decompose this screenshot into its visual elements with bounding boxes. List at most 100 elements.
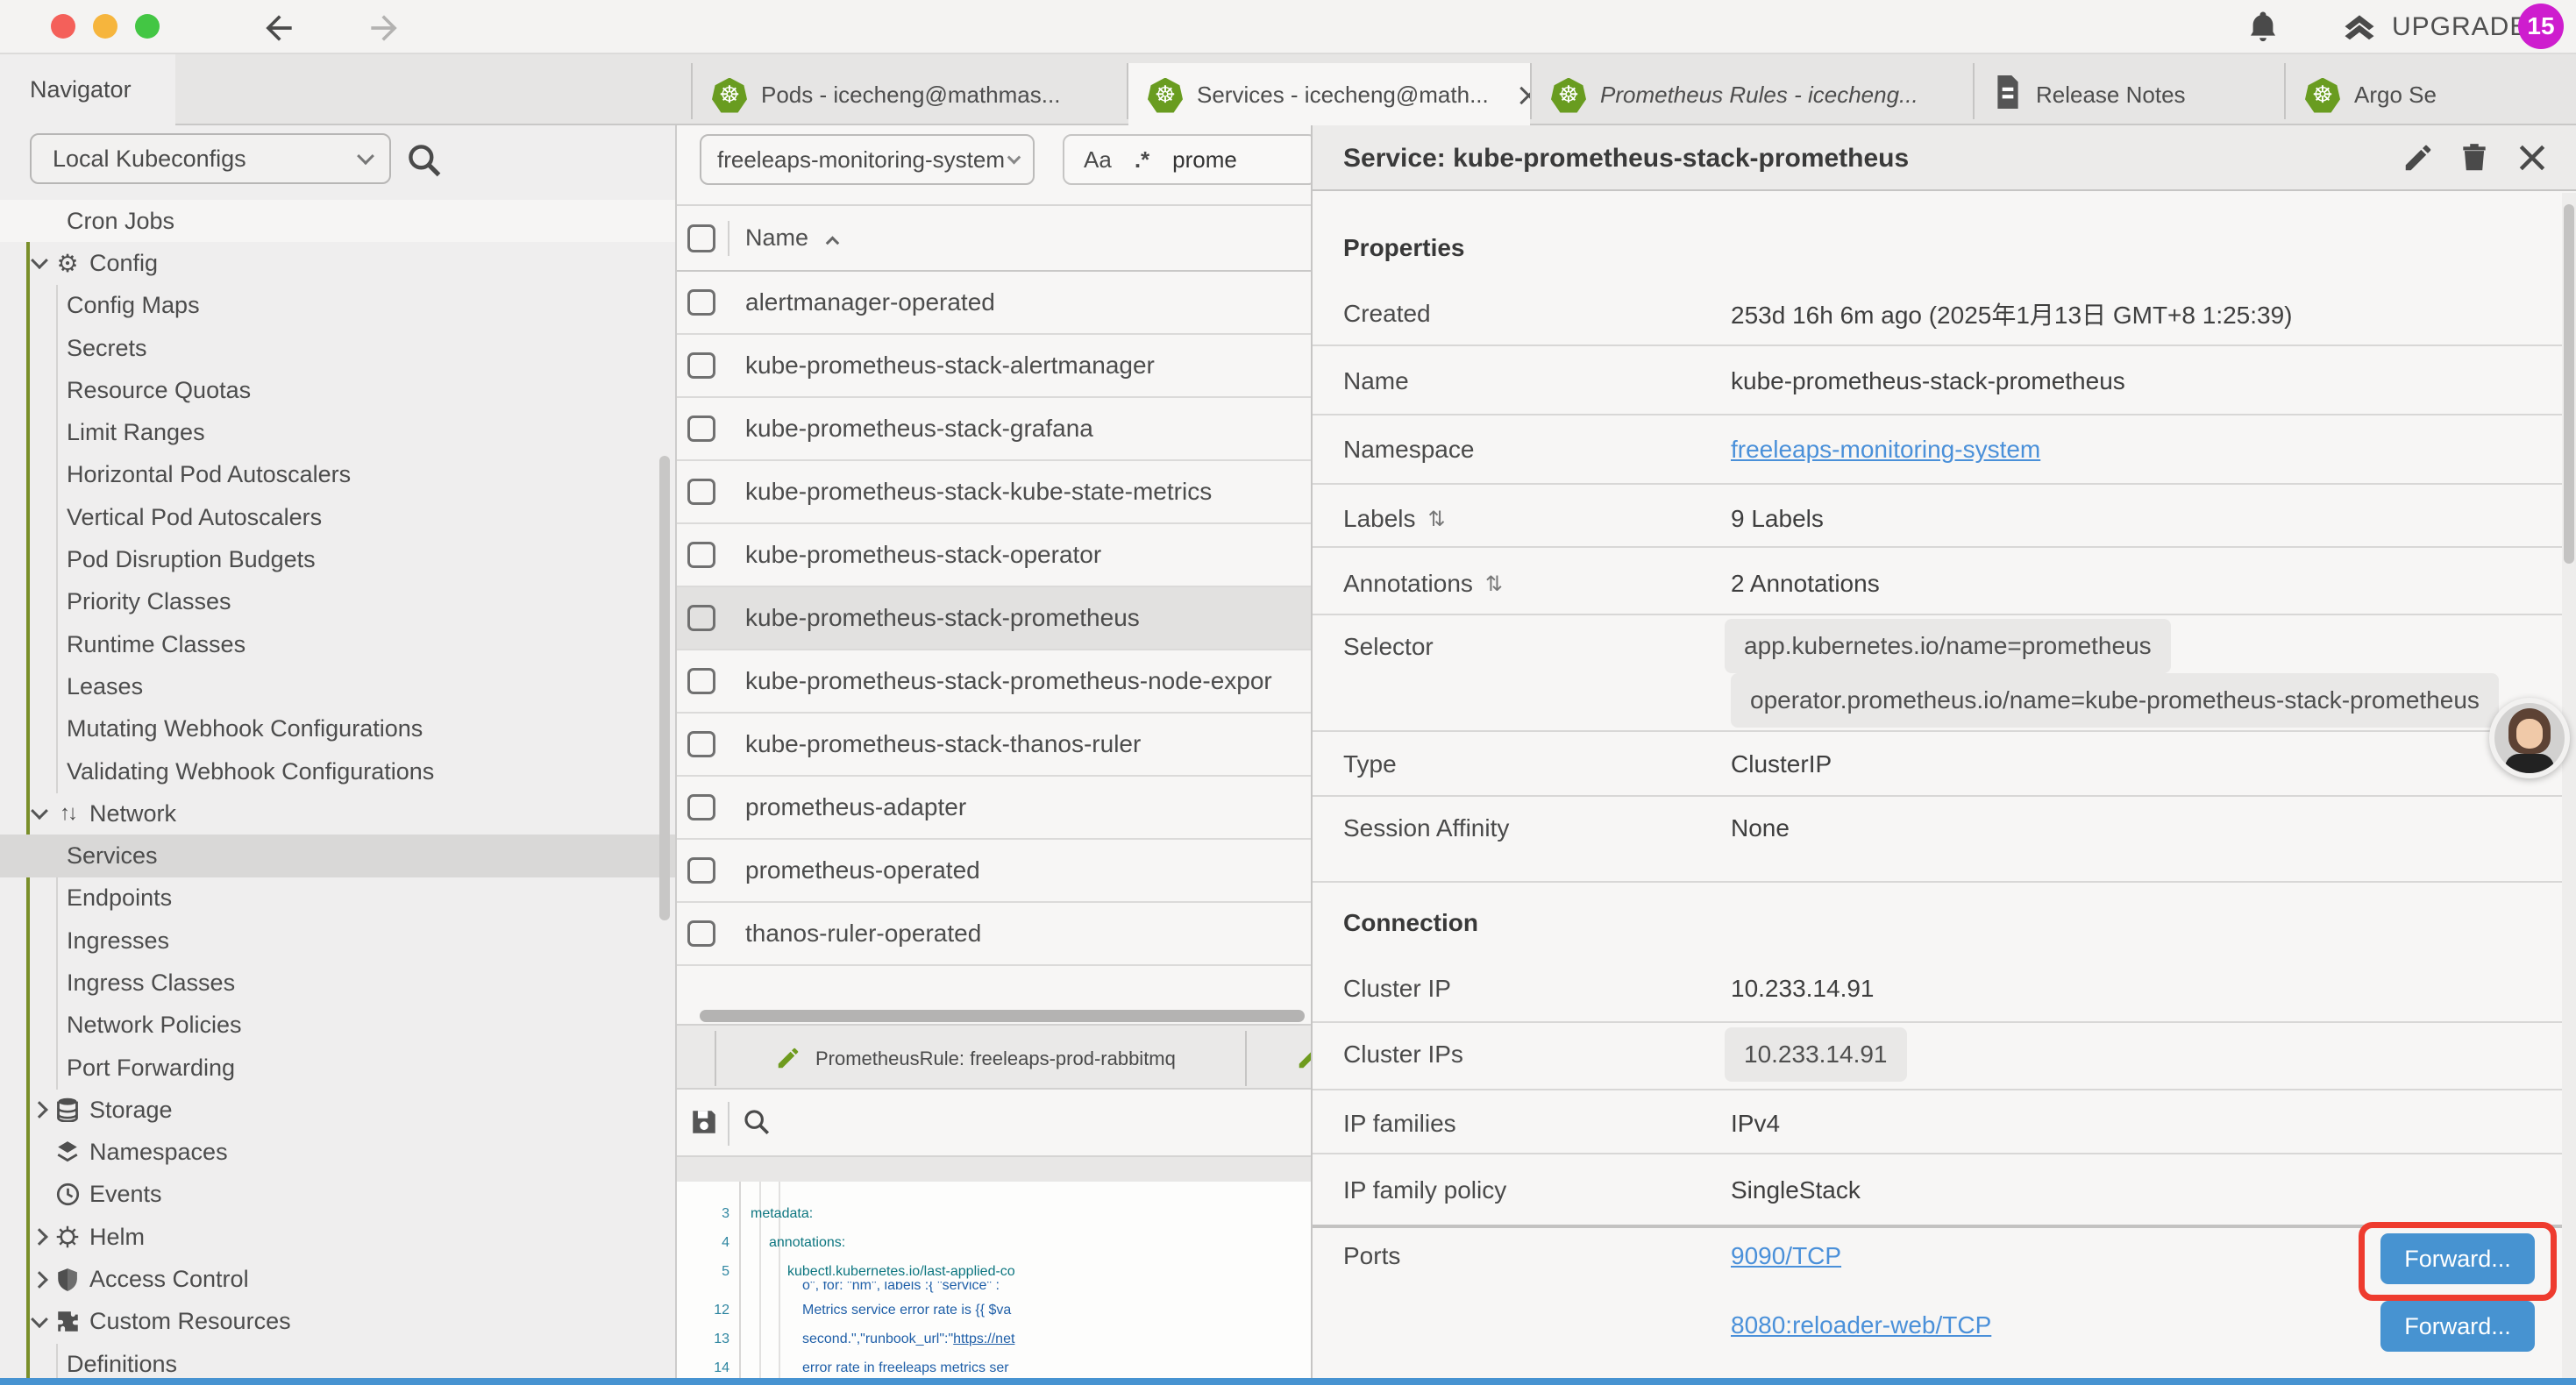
chevron-down-icon	[357, 147, 374, 165]
table-row[interactable]: kube-prometheus-stack-alertmanager	[677, 335, 1311, 398]
sort-icon[interactable]: ⇅	[1428, 507, 1446, 532]
regex-toggle[interactable]: .*	[1135, 146, 1149, 174]
divider	[728, 221, 729, 256]
row-checkbox[interactable]	[687, 479, 715, 505]
kubernetes-icon: ☸	[2305, 78, 2340, 113]
sort-ascending-icon[interactable]	[826, 236, 840, 250]
tab-release-notes[interactable]: Release Notes	[1975, 65, 2284, 125]
kubernetes-icon: ☸	[1148, 78, 1183, 113]
port-link[interactable]: 8080:reloader-web/TCP	[1731, 1311, 1991, 1339]
sidebar-item-network-policies[interactable]: Network Policies	[0, 1005, 675, 1047]
sidebar-item-priority-classes[interactable]: Priority Classes	[0, 581, 675, 623]
table-row[interactable]: kube-prometheus-stack-grafana	[677, 398, 1311, 461]
sidebar-item-resource-quotas[interactable]: Resource Quotas	[0, 369, 675, 411]
row-checkbox[interactable]	[687, 920, 715, 947]
forward-arrow-icon[interactable]	[365, 9, 403, 47]
close-icon[interactable]	[1515, 82, 1530, 109]
filter-input[interactable]: Aa .* prome	[1063, 134, 1311, 185]
sidebar-item-ingresses[interactable]: Ingresses	[0, 920, 675, 962]
row-checkbox[interactable]	[687, 289, 715, 316]
row-checkbox[interactable]	[687, 731, 715, 757]
sidebar-item-config[interactable]: ⚙Config	[0, 242, 675, 284]
sidebar-item-vertical-pod-autoscalers[interactable]: Vertical Pod Autoscalers	[0, 496, 675, 538]
properties-section-header: Properties	[1343, 234, 1465, 262]
name-column-header[interactable]: Name	[745, 224, 808, 252]
search-icon[interactable]	[405, 141, 444, 180]
details-scrollbar-thumb[interactable]	[2564, 204, 2574, 564]
row-checkbox[interactable]	[687, 416, 715, 442]
sidebar-item-pod-disruption-budgets[interactable]: Pod Disruption Budgets	[0, 538, 675, 580]
notification-badge[interactable]: 15	[2518, 4, 2564, 49]
runbook-url-link[interactable]: https://net	[953, 1332, 1014, 1346]
tab-services[interactable]: ☸ Services - icecheng@math...	[1128, 63, 1530, 127]
editor-scroll-band[interactable]	[677, 1157, 1311, 1182]
sidebar-item-limit-ranges[interactable]: Limit Ranges	[0, 411, 675, 453]
window-close-button[interactable]	[51, 14, 75, 39]
sidebar-item-network[interactable]: ↑↓Network	[0, 792, 675, 835]
table-row[interactable]: alertmanager-operated	[677, 272, 1311, 335]
sidebar-item-services[interactable]: Services	[0, 835, 675, 877]
table-row[interactable]: kube-prometheus-stack-operator	[677, 524, 1311, 587]
assistant-avatar[interactable]	[2489, 698, 2570, 778]
port-link[interactable]: 9090/TCP	[1731, 1242, 1841, 1270]
sidebar-item-config-maps[interactable]: Config Maps	[0, 285, 675, 327]
row-checkbox[interactable]	[687, 605, 715, 631]
sidebar-item-helm[interactable]: Helm	[0, 1216, 675, 1258]
sidebar-item-ingress-classes[interactable]: Ingress Classes	[0, 962, 675, 1004]
kubernetes-icon: ☸	[712, 78, 747, 113]
window-zoom-button[interactable]	[135, 14, 160, 39]
namespace-selector[interactable]: freeleaps-monitoring-system	[700, 134, 1035, 185]
namespace-link[interactable]: freeleaps-monitoring-system	[1731, 436, 2040, 464]
table-row[interactable]: kube-prometheus-stack-thanos-ruler	[677, 714, 1311, 777]
horizontal-scrollbar[interactable]	[700, 1010, 1305, 1022]
table-row[interactable]: prometheus-operated	[677, 840, 1311, 903]
tab-argo[interactable]: ☸ Argo Se	[2286, 65, 2576, 125]
sidebar-item-access-control[interactable]: Access Control	[0, 1258, 675, 1300]
tab-navigator[interactable]: Navigator	[0, 54, 175, 125]
sidebar-item-storage[interactable]: Storage	[0, 1089, 675, 1131]
close-icon[interactable]	[2516, 141, 2549, 174]
sidebar-item-secrets[interactable]: Secrets	[0, 327, 675, 369]
kubeconfig-selector[interactable]: Local Kubeconfigs	[30, 133, 391, 184]
back-arrow-icon[interactable]	[260, 9, 298, 47]
table-row-selected[interactable]: kube-prometheus-stack-prometheus	[677, 587, 1311, 650]
sidebar-item-definitions[interactable]: Definitions	[0, 1343, 675, 1378]
sidebar-item-horizontal-pod-autoscalers[interactable]: Horizontal Pod Autoscalers	[0, 454, 675, 496]
editor-tab-prometheusrule[interactable]: PrometheusRule: freeleaps-prod-rabbitmq	[815, 1026, 1176, 1091]
sidebar-item-custom-resources[interactable]: Custom Resources	[0, 1301, 675, 1343]
trash-icon[interactable]	[2458, 141, 2491, 174]
table-row[interactable]: kube-prometheus-stack-prometheus-node-ex…	[677, 650, 1311, 714]
row-checkbox[interactable]	[687, 857, 715, 884]
upgrade-icon[interactable]	[2339, 9, 2380, 52]
row-checkbox[interactable]	[687, 794, 715, 820]
row-checkbox[interactable]	[687, 668, 715, 694]
edit-pencil-icon[interactable]	[2402, 141, 2435, 174]
table-row[interactable]: kube-prometheus-stack-kube-state-metrics	[677, 461, 1311, 524]
table-row[interactable]: prometheus-adapter	[677, 777, 1311, 840]
sidebar-item-cron-jobs[interactable]: Cron Jobs	[0, 200, 675, 242]
forward-button[interactable]: Forward...	[2380, 1301, 2535, 1352]
save-icon[interactable]	[689, 1107, 719, 1141]
sidebar-item-runtime-classes[interactable]: Runtime Classes	[0, 623, 675, 665]
tab-pods[interactable]: ☸ Pods - icecheng@mathmas...	[693, 65, 1127, 125]
row-checkbox[interactable]	[687, 352, 715, 379]
sidebar-item-leases[interactable]: Leases	[0, 665, 675, 707]
upgrade-label[interactable]: UPGRADE	[2392, 12, 2528, 42]
sidebar-scrollbar[interactable]	[659, 456, 670, 920]
sort-icon[interactable]: ⇅	[1485, 572, 1503, 597]
services-list-pane: freeleaps-monitoring-system Aa .* prome …	[677, 125, 1311, 1378]
window-minimize-button[interactable]	[93, 14, 117, 39]
sidebar-item-validating-webhook-configurations[interactable]: Validating Webhook Configurations	[0, 750, 675, 792]
bell-icon[interactable]	[2245, 9, 2281, 50]
select-all-checkbox[interactable]	[687, 224, 715, 252]
sidebar-item-events[interactable]: Events	[0, 1174, 675, 1216]
sidebar-item-namespaces[interactable]: Namespaces	[0, 1132, 675, 1174]
search-icon[interactable]	[742, 1107, 772, 1141]
sidebar-item-port-forwarding[interactable]: Port Forwarding	[0, 1047, 675, 1089]
tab-prometheus-rules[interactable]: ☸ Prometheus Rules - icecheng...	[1532, 65, 1973, 125]
sidebar-item-mutating-webhook-configurations[interactable]: Mutating Webhook Configurations	[0, 708, 675, 750]
match-case-toggle[interactable]: Aa	[1084, 146, 1112, 174]
row-checkbox[interactable]	[687, 542, 715, 568]
sidebar-item-endpoints[interactable]: Endpoints	[0, 877, 675, 920]
table-row[interactable]: thanos-ruler-operated	[677, 903, 1311, 966]
